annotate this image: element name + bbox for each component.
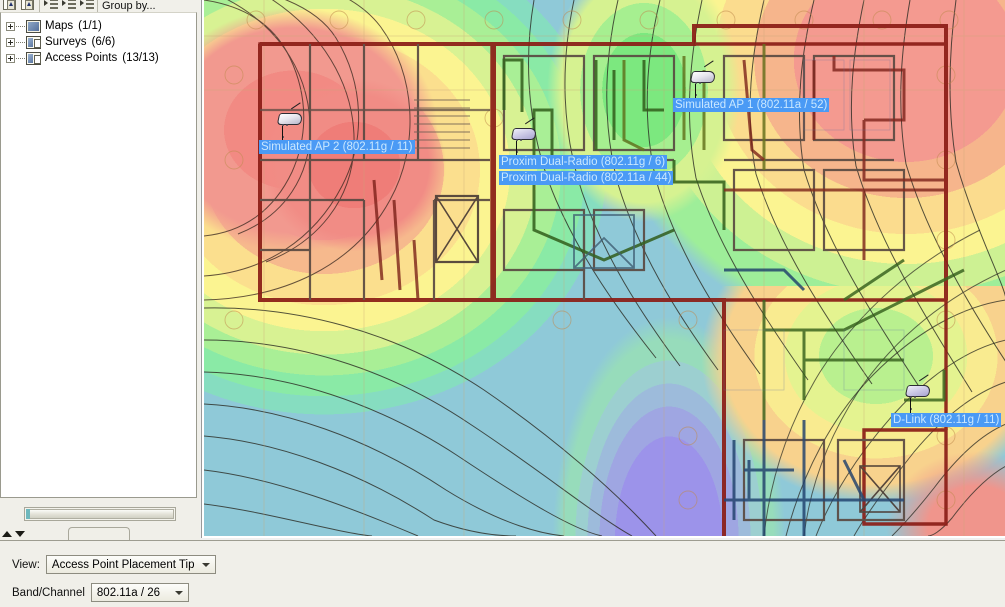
map-viewport[interactable]: Simulated AP 2 (802.11g / 11) Simulated …	[201, 0, 1005, 538]
tree-item-count: (6/6)	[91, 36, 116, 48]
scrollbar-thumb[interactable]	[26, 509, 174, 519]
survey-document-icon	[26, 35, 41, 49]
add-map-icon[interactable]	[0, 0, 18, 12]
expand-icon[interactable]	[6, 37, 15, 47]
ap-marker-simulated-ap-2[interactable]: Simulated AP 2 (802.11g / 11)	[259, 102, 415, 154]
floor-plan-overlay	[204, 0, 1005, 536]
tree-connector	[16, 25, 25, 27]
ap-leader-line	[910, 398, 911, 414]
scroll-up-icon[interactable]	[2, 531, 12, 537]
view-dropdown-value: Access Point Placement Tip	[51, 558, 195, 571]
project-tree[interactable]: Maps (1/1) Surveys (6/6) Access Points (…	[0, 12, 197, 498]
band-channel-value: 802.11a / 26	[96, 586, 160, 599]
view-dropdown[interactable]: Access Point Placement Tip	[45, 555, 216, 574]
scroll-down-icon[interactable]	[15, 531, 25, 537]
chevron-down-icon[interactable]	[172, 584, 186, 601]
tree-item-count: (13/13)	[122, 52, 159, 64]
panel-scroll-arrows[interactable]	[2, 528, 28, 540]
add-survey-icon[interactable]	[18, 0, 36, 12]
tree-item-count: (1/1)	[78, 20, 102, 32]
ap-marker-simulated-ap-1[interactable]: Simulated AP 1 (802.11a / 52)	[673, 60, 830, 112]
ap-marker-proxim-dual-radio[interactable]: Proxim Dual-Radio (802.11g / 6) Proxim D…	[499, 117, 674, 185]
band-channel-dropdown[interactable]: 802.11a / 26	[90, 583, 189, 602]
group-by-button[interactable]: Group by...	[97, 0, 160, 12]
tree-item-maps[interactable]: Maps (1/1)	[1, 18, 196, 34]
left-panel: Group by... Maps (1/1) Surveys (6/6) Acc…	[0, 0, 200, 540]
ap-label-proxim-dual-radio-g[interactable]: Proxim Dual-Radio (802.11g / 6)	[499, 155, 668, 169]
tree-item-label: Access Points	[45, 52, 118, 64]
toolbar-divider-1	[39, 0, 40, 12]
access-point-icon[interactable]	[904, 374, 934, 410]
scrollbar-left-cap[interactable]	[26, 509, 30, 519]
panel-tab[interactable]	[68, 527, 130, 540]
ap-label-simulated-ap-2[interactable]: Simulated AP 2 (802.11g / 11)	[259, 140, 415, 154]
expand-icon[interactable]	[6, 53, 15, 63]
detail-view-icon[interactable]	[79, 0, 97, 12]
tree-horizontal-scrollbar[interactable]	[24, 507, 176, 521]
ap-marker-d-link[interactable]: D-Link (802.11g / 11)	[891, 374, 1002, 427]
tree-connector	[16, 41, 25, 43]
view-label: View:	[12, 558, 40, 571]
tree-item-access-points[interactable]: Access Points (13/13)	[1, 50, 196, 66]
band-channel-row: Band/Channel 802.11a / 26	[12, 583, 189, 602]
ap-label-d-link[interactable]: D-Link (802.11g / 11)	[891, 413, 1002, 427]
tree-item-surveys[interactable]: Surveys (6/6)	[1, 34, 196, 50]
chevron-down-icon[interactable]	[199, 556, 213, 573]
access-point-document-icon	[26, 51, 41, 65]
bottom-control-bar: View: Access Point Placement Tip Band/Ch…	[0, 540, 1005, 607]
tree-connector	[16, 57, 25, 59]
tree-item-label: Surveys	[45, 36, 87, 48]
expand-icon[interactable]	[6, 21, 15, 31]
access-point-icon[interactable]	[276, 102, 306, 138]
view-row: View: Access Point Placement Tip	[12, 555, 216, 574]
tree-view-icon[interactable]	[61, 0, 79, 12]
access-point-icon[interactable]	[510, 117, 540, 153]
ap-label-proxim-dual-radio-a[interactable]: Proxim Dual-Radio (802.11a / 44)	[499, 171, 674, 185]
ap-label-simulated-ap-1[interactable]: Simulated AP 1 (802.11a / 52)	[673, 98, 830, 112]
wifi-site-survey-window: Group by... Maps (1/1) Surveys (6/6) Acc…	[0, 0, 1005, 607]
tree-item-label: Maps	[45, 20, 74, 32]
tree-toolbar: Group by...	[0, 0, 200, 12]
list-view-icon[interactable]	[43, 0, 61, 12]
folder-icon	[26, 19, 41, 33]
heatmap-canvas[interactable]: Simulated AP 2 (802.11g / 11) Simulated …	[204, 0, 1005, 536]
band-channel-label: Band/Channel	[12, 586, 85, 599]
access-point-icon[interactable]	[689, 60, 719, 96]
